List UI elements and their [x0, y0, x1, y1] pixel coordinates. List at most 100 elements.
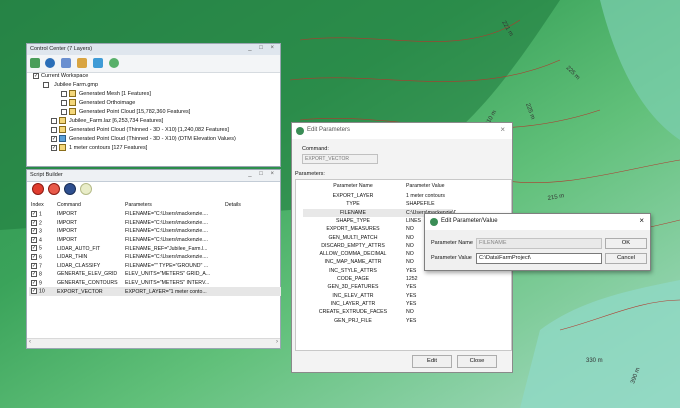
column-header[interactable]: Index: [29, 200, 55, 210]
parameter-name: SHAPE_TYPE: [335, 217, 371, 224]
horizontal-scrollbar[interactable]: ‹ ›: [27, 338, 280, 348]
table-row[interactable]: ✓ 1 IMPORT FILENAME="C:\Users\mackenzie....: [29, 210, 281, 219]
checkbox[interactable]: ✓: [31, 236, 37, 243]
parameter-value: SHAPEFILE: [406, 201, 435, 208]
checkbox[interactable]: ✓: [51, 144, 57, 151]
tree-item-workspace[interactable]: ✓ Current Workspace: [33, 72, 88, 81]
checkbox[interactable]: ✓: [31, 262, 37, 269]
parameter-name: INC_LAYER_ATTR: [330, 300, 376, 307]
table-row[interactable]: ✓ 7 LIDAR_CLASSIFY FILENAME="" TYPE="GROUND…: [29, 262, 281, 271]
window-controls[interactable]: _ □ ×: [248, 45, 277, 51]
command-label: Command:: [302, 146, 329, 152]
column-header[interactable]: Parameters: [123, 200, 223, 210]
column-header[interactable]: Command: [55, 200, 123, 210]
parameter-value-label: Parameter Value: [431, 255, 472, 261]
tree-item-layer[interactable]: ✓ 1 meter contours [127 Features]: [51, 144, 147, 153]
layer-options-icon[interactable]: [77, 58, 87, 68]
open-data-icon[interactable]: [30, 58, 40, 68]
checkbox[interactable]: ✓: [31, 245, 37, 252]
checkbox[interactable]: ✓: [33, 72, 39, 79]
control-center-title: Control Center (7 Layers): [30, 46, 93, 52]
checkbox[interactable]: [61, 108, 67, 115]
row-params: ELEV_UNITS="METERS" INTERV...: [125, 280, 210, 287]
row-index: 5: [39, 245, 42, 252]
table-row-selected[interactable]: ✓ 10 EXPORT_VECTOR EXPORT_LAYER="1 meter co…: [29, 287, 281, 296]
parameter-row[interactable]: TYPE SHAPEFILE: [303, 200, 453, 208]
tree-item-layer[interactable]: Jubilee_Farm.laz [6,253,734 Features]: [51, 117, 163, 126]
checkbox[interactable]: ✓: [31, 254, 37, 261]
tree-item-gmp[interactable]: Jubilee Farm.gmp: [43, 81, 98, 90]
column-header[interactable]: Details: [223, 200, 281, 210]
table-row[interactable]: ✓ 5 LIDAR_AUTO_FIT FILENAME_REF="Jubilee_Fa…: [29, 244, 281, 253]
scroll-right-icon[interactable]: ›: [276, 339, 278, 345]
parameter-row[interactable]: EXPORT_LAYER 1 meter contours: [303, 192, 453, 200]
edit-button[interactable]: Edit: [412, 355, 452, 368]
tree-item-layer[interactable]: ✓ Generated Point Cloud (Thinned - 3D - X…: [51, 135, 236, 144]
filter-icon[interactable]: [109, 58, 119, 68]
window-controls[interactable]: _ □ ×: [248, 171, 277, 177]
dialog-titlebar[interactable]: Edit Parameter/Value ×: [425, 214, 650, 230]
checkbox[interactable]: [51, 117, 57, 124]
row-command: GENERATE_CONTOURS: [57, 280, 118, 287]
checkbox[interactable]: ✓: [31, 271, 37, 278]
table-row[interactable]: ✓ 4 IMPORT FILENAME="C:\Users\mackenzie....: [29, 236, 281, 245]
checkbox[interactable]: ✓: [31, 219, 37, 226]
control-center-panel: Control Center (7 Layers) _ □ × ✓ Current…: [26, 43, 281, 167]
tree-item-layer[interactable]: Generated Point Cloud (Thinned - 3D - X1…: [51, 126, 229, 135]
parameter-row[interactable]: INC_ELEV_ATTR YES: [303, 292, 453, 300]
grid-icon[interactable]: [61, 58, 71, 68]
control-center-toolbar: [27, 55, 280, 73]
checkbox[interactable]: ✓: [31, 288, 37, 295]
tree-item-layer[interactable]: Generated Point Cloud [15,782,360 Featur…: [61, 108, 190, 117]
checkbox[interactable]: [61, 90, 67, 97]
parameter-row[interactable]: GEN_3D_FEATURES YES: [303, 283, 453, 291]
scroll-left-icon[interactable]: ‹: [29, 339, 31, 345]
clear-icon[interactable]: [80, 183, 92, 195]
parameter-value-input[interactable]: C:\Data\FarmProject\: [476, 253, 602, 264]
script-table: Index Command Parameters Details ✓ 1 IMPOR…: [29, 200, 281, 296]
checkbox[interactable]: ✓: [51, 135, 57, 142]
raster-layer-icon: [69, 99, 76, 107]
checkbox[interactable]: ✓: [31, 211, 37, 218]
table-row[interactable]: ✓ 9 GENERATE_CONTOURS ELEV_UNITS="METERS" I…: [29, 279, 281, 288]
checkbox[interactable]: [61, 99, 67, 106]
tree-item-layer[interactable]: Generated Orthoimage: [61, 99, 135, 108]
stop-icon[interactable]: [48, 183, 60, 195]
checkbox[interactable]: ✓: [31, 279, 37, 286]
dialog-title: Edit Parameters: [307, 127, 351, 133]
table-row[interactable]: ✓ 3 IMPORT FILENAME="C:\Users\mackenzie....: [29, 227, 281, 236]
tree-item-label: Generated Point Cloud [15,782,360 Featur…: [79, 109, 191, 115]
parameter-row[interactable]: CREATE_EXTRUDE_FACES NO: [303, 308, 453, 316]
online-data-icon[interactable]: [45, 58, 55, 68]
script-builder-title: Script Builder: [30, 172, 63, 178]
row-params: ELEV_UNITS="METERS" GRID_A...: [125, 271, 211, 278]
tree-item-label: Jubilee Farm.gmp: [54, 82, 99, 88]
table-row[interactable]: ✓ 2 IMPORT FILENAME="C:\Users\mackenzie....: [29, 219, 281, 228]
zoom-layer-icon[interactable]: [93, 58, 103, 68]
checkbox[interactable]: [51, 126, 57, 133]
parameter-name: INC_STYLE_ATTRS: [329, 267, 377, 274]
parameter-value: 1252: [406, 276, 418, 282]
close-icon[interactable]: ×: [639, 216, 644, 225]
record-icon[interactable]: [32, 183, 44, 195]
dialog-titlebar[interactable]: Edit Parameters ×: [292, 123, 512, 139]
checkbox[interactable]: ✓: [31, 228, 37, 235]
dialog-title: Edit Parameter/Value: [441, 218, 498, 224]
tree-item-layer[interactable]: Generated Mesh [1 Features]: [61, 90, 151, 99]
parameter-row[interactable]: GEN_PRJ_FILE YES: [303, 317, 453, 325]
row-params: FILENAME="C:\Users\mackenzie....: [125, 211, 208, 218]
table-row[interactable]: ✓ 8 GENERATE_ELEV_GRID ELEV_UNITS="METERS" …: [29, 270, 281, 279]
parameter-row[interactable]: INC_LAYER_ATTR YES: [303, 300, 453, 308]
checkbox[interactable]: [43, 81, 49, 88]
close-button[interactable]: Close: [457, 355, 497, 368]
parameter-row[interactable]: CODE_PAGE 1252: [303, 275, 453, 283]
table-row[interactable]: ✓ 6 LIDAR_THIN FILENAME="C:\Users\mackenzie…: [29, 253, 281, 262]
cancel-button[interactable]: Cancel: [605, 253, 647, 264]
parameter-name: FILENAME: [340, 209, 366, 216]
row-index: 4: [39, 237, 42, 244]
script-builder-panel: Script Builder _ □ × Index Command Param…: [26, 169, 281, 349]
parameter-name: GEN_PRJ_FILE: [334, 317, 372, 324]
run-icon[interactable]: [64, 183, 76, 195]
ok-button[interactable]: OK: [605, 238, 647, 249]
close-icon[interactable]: ×: [500, 125, 505, 134]
